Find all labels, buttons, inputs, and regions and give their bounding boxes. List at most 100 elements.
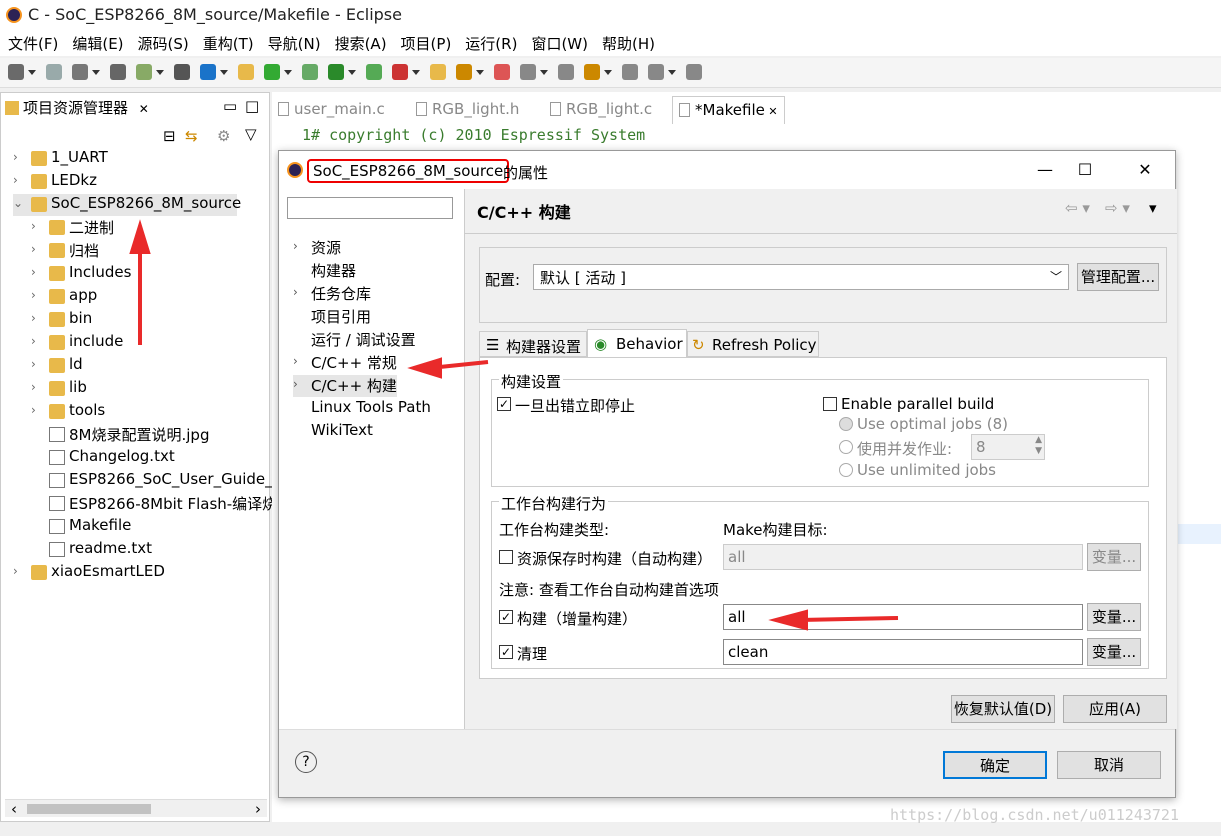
toolbar-button-icon[interactable] [264, 64, 280, 80]
restore-defaults-button[interactable]: 恢复默认值(D) [951, 695, 1055, 723]
chevron-down-icon[interactable]: ⌄ [13, 196, 23, 210]
toolbar-button-icon[interactable] [558, 64, 574, 80]
chevron-right-icon[interactable]: › [293, 239, 298, 253]
chevron-right-icon[interactable]: › [31, 334, 36, 348]
chevron-right-icon[interactable]: › [31, 311, 36, 325]
clean-target[interactable]: clean [723, 639, 1083, 665]
dropdown-arrow-icon[interactable] [668, 70, 676, 75]
tab-behavior[interactable]: ◉ Behavior [587, 329, 687, 357]
incremental-checkbox[interactable]: ✓ [499, 610, 513, 624]
auto-variables-button[interactable]: 变量... [1087, 543, 1141, 571]
toolbar-button-icon[interactable] [72, 64, 88, 80]
nav-item[interactable]: 运行 / 调试设置 [293, 329, 416, 351]
toolbar-button-icon[interactable] [648, 64, 664, 80]
tab-builder-settings[interactable]: ☰ 构建器设置 [479, 331, 587, 357]
toolbar-button-icon[interactable] [8, 64, 24, 80]
editor-tab[interactable]: RGB_light.h [410, 96, 525, 124]
menu-item[interactable]: 帮助(H) [602, 30, 655, 54]
nav-item[interactable]: WikiText [293, 421, 413, 443]
toolbar-button-icon[interactable] [302, 64, 318, 80]
maximize-button[interactable]: ☐ [1071, 157, 1099, 183]
dropdown-arrow-icon[interactable] [476, 70, 484, 75]
clean-variables-button[interactable]: 变量... [1087, 638, 1141, 666]
dropdown-arrow-icon[interactable] [284, 70, 292, 75]
toolbar-button-icon[interactable] [456, 64, 472, 80]
menu-item[interactable]: 搜索(A) [335, 30, 387, 54]
chevron-right-icon[interactable]: › [13, 150, 18, 164]
toolbar-button-icon[interactable] [46, 64, 62, 80]
toolbar-button-icon[interactable] [392, 64, 408, 80]
link-editor-icon[interactable]: ⇆ [185, 127, 198, 145]
chevron-right-icon[interactable]: › [293, 354, 298, 368]
cancel-button[interactable]: 取消 [1057, 751, 1161, 779]
view-menu-icon[interactable]: ▾ [1149, 199, 1157, 217]
nav-item[interactable]: › 任务仓库 [293, 283, 413, 305]
toolbar-button-icon[interactable] [328, 64, 344, 80]
minimize-icon[interactable]: ▭ [223, 97, 237, 115]
incremental-target[interactable]: all [723, 604, 1083, 630]
parallel-build-checkbox[interactable] [823, 397, 837, 411]
menu-item[interactable]: 重构(T) [203, 30, 254, 54]
dropdown-arrow-icon[interactable] [412, 70, 420, 75]
toolbar-button-icon[interactable] [584, 64, 600, 80]
incremental-variables-button[interactable]: 变量... [1087, 603, 1141, 631]
close-icon[interactable]: ✕ [765, 105, 777, 118]
ok-button[interactable]: 确定 [943, 751, 1047, 779]
chevron-right-icon[interactable]: › [31, 380, 36, 394]
menu-item[interactable]: 编辑(E) [72, 30, 123, 54]
editor-tab[interactable]: *Makefile ✕ [672, 96, 785, 124]
optimal-jobs-radio[interactable] [839, 417, 853, 431]
dropdown-arrow-icon[interactable] [604, 70, 612, 75]
toolbar-button-icon[interactable] [494, 64, 510, 80]
collapse-all-icon[interactable]: ⊟ [163, 127, 176, 145]
toolbar-button-icon[interactable] [622, 64, 638, 80]
apply-button[interactable]: 应用(A) [1063, 695, 1167, 723]
toolbar-button-icon[interactable] [238, 64, 254, 80]
maximize-icon[interactable]: □ [245, 97, 259, 115]
dropdown-arrow-icon[interactable] [220, 70, 228, 75]
menu-item[interactable]: 导航(N) [268, 30, 321, 54]
menu-item[interactable]: 窗口(W) [531, 30, 588, 54]
editor-tab[interactable]: user_main.c [272, 96, 391, 124]
auto-build-target[interactable]: all [723, 544, 1083, 570]
toolbar-button-icon[interactable] [366, 64, 382, 80]
dropdown-arrow-icon[interactable] [540, 70, 548, 75]
toolbar-button-icon[interactable] [200, 64, 216, 80]
clean-checkbox[interactable]: ✓ [499, 645, 513, 659]
chevron-right-icon[interactable]: › [293, 377, 298, 391]
config-select[interactable]: 默认 [ 活动 ] ﹀ [533, 264, 1069, 290]
chevron-right-icon[interactable]: › [293, 285, 298, 299]
menu-item[interactable]: 项目(P) [401, 30, 452, 54]
menu-item[interactable]: 运行(R) [465, 30, 517, 54]
filter-icon[interactable]: ⚙ [217, 127, 230, 145]
tree-item[interactable]: ⌄ SoC_ESP8266_8M_source [13, 194, 241, 216]
toolbar-button-icon[interactable] [520, 64, 536, 80]
chevron-right-icon[interactable]: › [31, 219, 36, 233]
dropdown-arrow-icon[interactable] [92, 70, 100, 75]
menu-item[interactable]: 文件(F) [8, 30, 58, 54]
nav-item[interactable]: Linux Tools Path [293, 398, 431, 420]
nav-item[interactable]: › C/C++ 常规 [293, 352, 413, 374]
nav-item[interactable]: 项目引用 [293, 306, 413, 328]
dropdown-arrow-icon[interactable] [348, 70, 356, 75]
back-nav-icon[interactable]: ⇦ ▾ [1065, 199, 1090, 217]
parallel-jobs-radio[interactable] [839, 440, 853, 454]
chevron-right-icon[interactable]: › [31, 357, 36, 371]
stop-on-error-checkbox[interactable]: ✓ [497, 397, 511, 411]
horizontal-scrollbar[interactable]: ‹ › [5, 799, 267, 818]
jobs-spinner[interactable]: 8 ▲ ▼ [971, 434, 1045, 460]
chevron-right-icon[interactable]: › [31, 265, 36, 279]
editor-tab[interactable]: RGB_light.c [544, 96, 658, 124]
chevron-right-icon[interactable]: › [13, 564, 18, 578]
chevron-right-icon[interactable]: › [31, 403, 36, 417]
toolbar-button-icon[interactable] [174, 64, 190, 80]
nav-item[interactable]: › 资源 [293, 237, 413, 259]
help-icon[interactable]: ? [295, 751, 317, 773]
auto-build-checkbox[interactable] [499, 550, 513, 564]
toolbar-button-icon[interactable] [430, 64, 446, 80]
view-menu-icon[interactable]: ▽ [245, 125, 257, 143]
filter-input[interactable] [287, 197, 453, 219]
code-line[interactable]: 1# copyright (c) 2010 Espressif System [302, 126, 645, 144]
unlimited-jobs-radio[interactable] [839, 463, 853, 477]
nav-item[interactable]: 构建器 [293, 260, 413, 282]
